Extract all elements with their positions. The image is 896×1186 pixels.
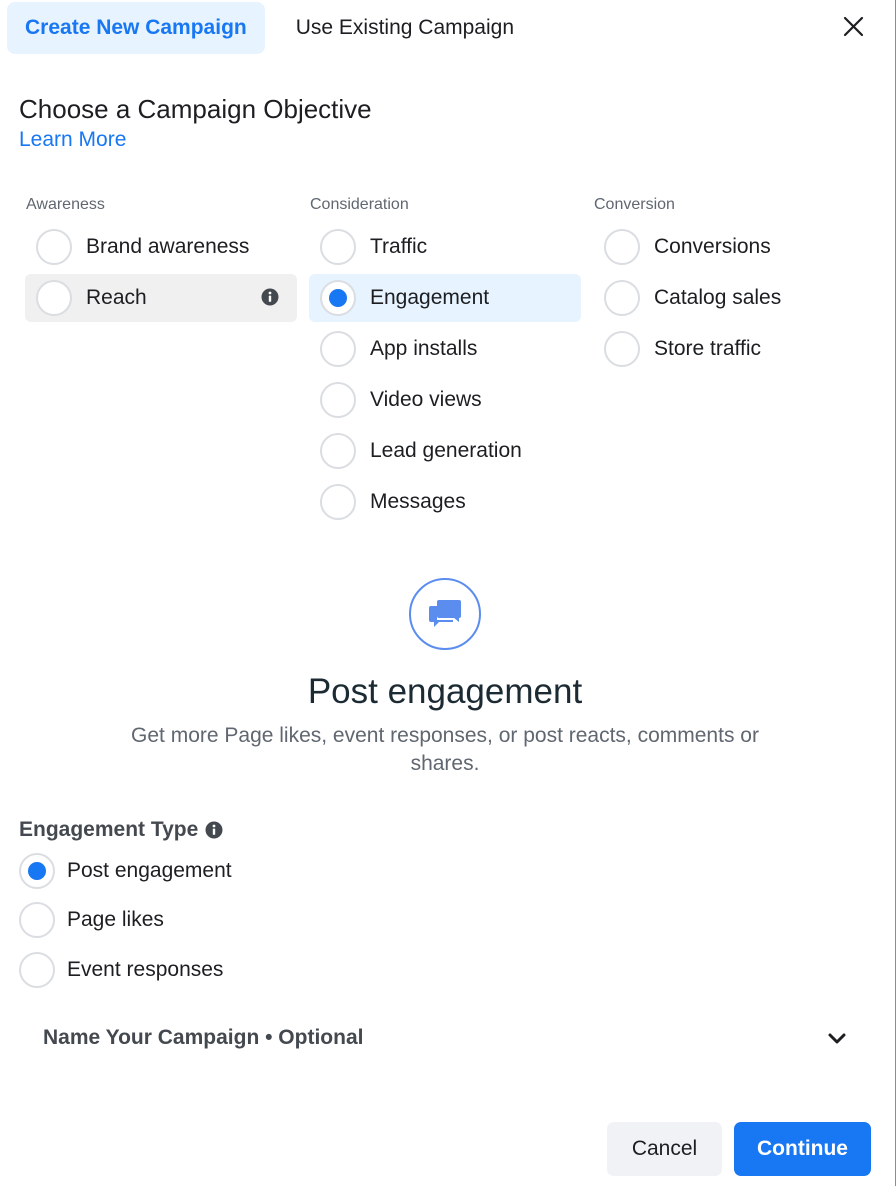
radio-unchecked[interactable] <box>320 433 356 469</box>
column-heading: Consideration <box>310 196 409 213</box>
radio-unchecked[interactable] <box>19 951 55 988</box>
objective-label: Reach <box>86 286 147 309</box>
objective-column-awareness: Awareness Brand awareness Reach <box>25 195 297 325</box>
objective-title: Post engagement <box>307 672 583 711</box>
objective-label: Store traffic <box>654 337 761 360</box>
radio-unchecked[interactable] <box>320 484 356 520</box>
radio-checked[interactable] <box>19 852 55 889</box>
objective-conversions[interactable]: Conversions <box>593 223 865 271</box>
objective-engagement[interactable]: Engagement <box>309 274 581 322</box>
tab-create-new-campaign[interactable]: Create New Campaign <box>7 2 265 54</box>
close-button[interactable] <box>838 12 868 42</box>
radio-unchecked[interactable] <box>604 280 640 316</box>
radio-unchecked[interactable] <box>604 229 640 265</box>
column-heading: Conversion <box>594 196 675 213</box>
page-title: Choose a Campaign Objective <box>19 94 372 124</box>
radio-unchecked[interactable] <box>604 331 640 367</box>
objective-traffic[interactable]: Traffic <box>309 223 581 271</box>
objective-label: Traffic <box>370 235 428 258</box>
objective-label: Video views <box>370 388 482 411</box>
objective-column-consideration: Consideration Traffic Engagement App ins… <box>309 195 581 529</box>
radio-unchecked[interactable] <box>19 902 55 939</box>
campaign-tabs: Create New Campaign Use Existing Campaig… <box>7 2 532 54</box>
engagement-type-options: Post engagement Page likes Event respons… <box>19 846 232 995</box>
engagement-option-label: Event responses <box>67 957 224 981</box>
objective-catalog-sales[interactable]: Catalog sales <box>593 274 865 322</box>
objective-label: App installs <box>370 337 478 360</box>
info-icon[interactable] <box>205 821 223 839</box>
objective-label: Brand awareness <box>86 235 250 258</box>
engagement-option-event-responses[interactable]: Event responses <box>19 945 232 995</box>
objective-column-conversion: Conversion Conversions Catalog sales Sto… <box>593 195 865 376</box>
objective-reach[interactable]: Reach <box>25 274 297 322</box>
learn-more-link[interactable]: Learn More <box>19 128 126 152</box>
engagement-option-label: Post engagement <box>67 858 232 882</box>
radio-unchecked[interactable] <box>320 229 356 265</box>
objective-video-views[interactable]: Video views <box>309 376 581 424</box>
objective-app-installs[interactable]: App installs <box>309 325 581 373</box>
radio-dot <box>329 289 347 307</box>
name-campaign-label: Name Your Campaign • Optional <box>43 1026 364 1049</box>
engagement-type-label: Engagement Type <box>19 818 199 841</box>
objective-store-traffic[interactable]: Store traffic <box>593 325 865 373</box>
radio-unchecked[interactable] <box>36 229 72 265</box>
engagement-option-label: Page likes <box>67 908 164 932</box>
radio-dot <box>28 861 46 880</box>
radio-checked[interactable] <box>320 280 356 316</box>
objective-messages[interactable]: Messages <box>309 478 581 526</box>
radio-unchecked[interactable] <box>320 382 356 418</box>
tab-use-existing-campaign[interactable]: Use Existing Campaign <box>278 2 532 54</box>
objective-brand-awareness[interactable]: Brand awareness <box>25 223 297 271</box>
name-campaign-toggle[interactable]: Name Your Campaign • Optional <box>43 1016 848 1060</box>
objective-label: Messages <box>370 490 466 513</box>
engagement-option-page-likes[interactable]: Page likes <box>19 896 232 946</box>
close-icon <box>843 16 864 37</box>
info-icon[interactable] <box>261 288 279 306</box>
radio-unchecked[interactable] <box>320 331 356 367</box>
objective-description: Get more Page likes, event responses, or… <box>131 724 759 775</box>
objective-label: Catalog sales <box>654 286 782 309</box>
chat-bubbles-icon <box>429 600 461 627</box>
engagement-option-post-engagement[interactable]: Post engagement <box>19 846 232 896</box>
continue-button[interactable]: Continue <box>734 1122 871 1176</box>
objective-icon-badge <box>409 578 481 650</box>
objective-label: Conversions <box>654 235 771 258</box>
objective-lead-generation[interactable]: Lead generation <box>309 427 581 475</box>
engagement-type-heading: Engagement Type <box>19 818 223 842</box>
column-heading: Awareness <box>26 196 105 213</box>
objective-label: Lead generation <box>370 439 522 462</box>
radio-unchecked[interactable] <box>36 280 72 316</box>
chevron-down-icon <box>828 1033 846 1044</box>
objective-label: Engagement <box>370 286 490 309</box>
cancel-button[interactable]: Cancel <box>607 1122 722 1176</box>
